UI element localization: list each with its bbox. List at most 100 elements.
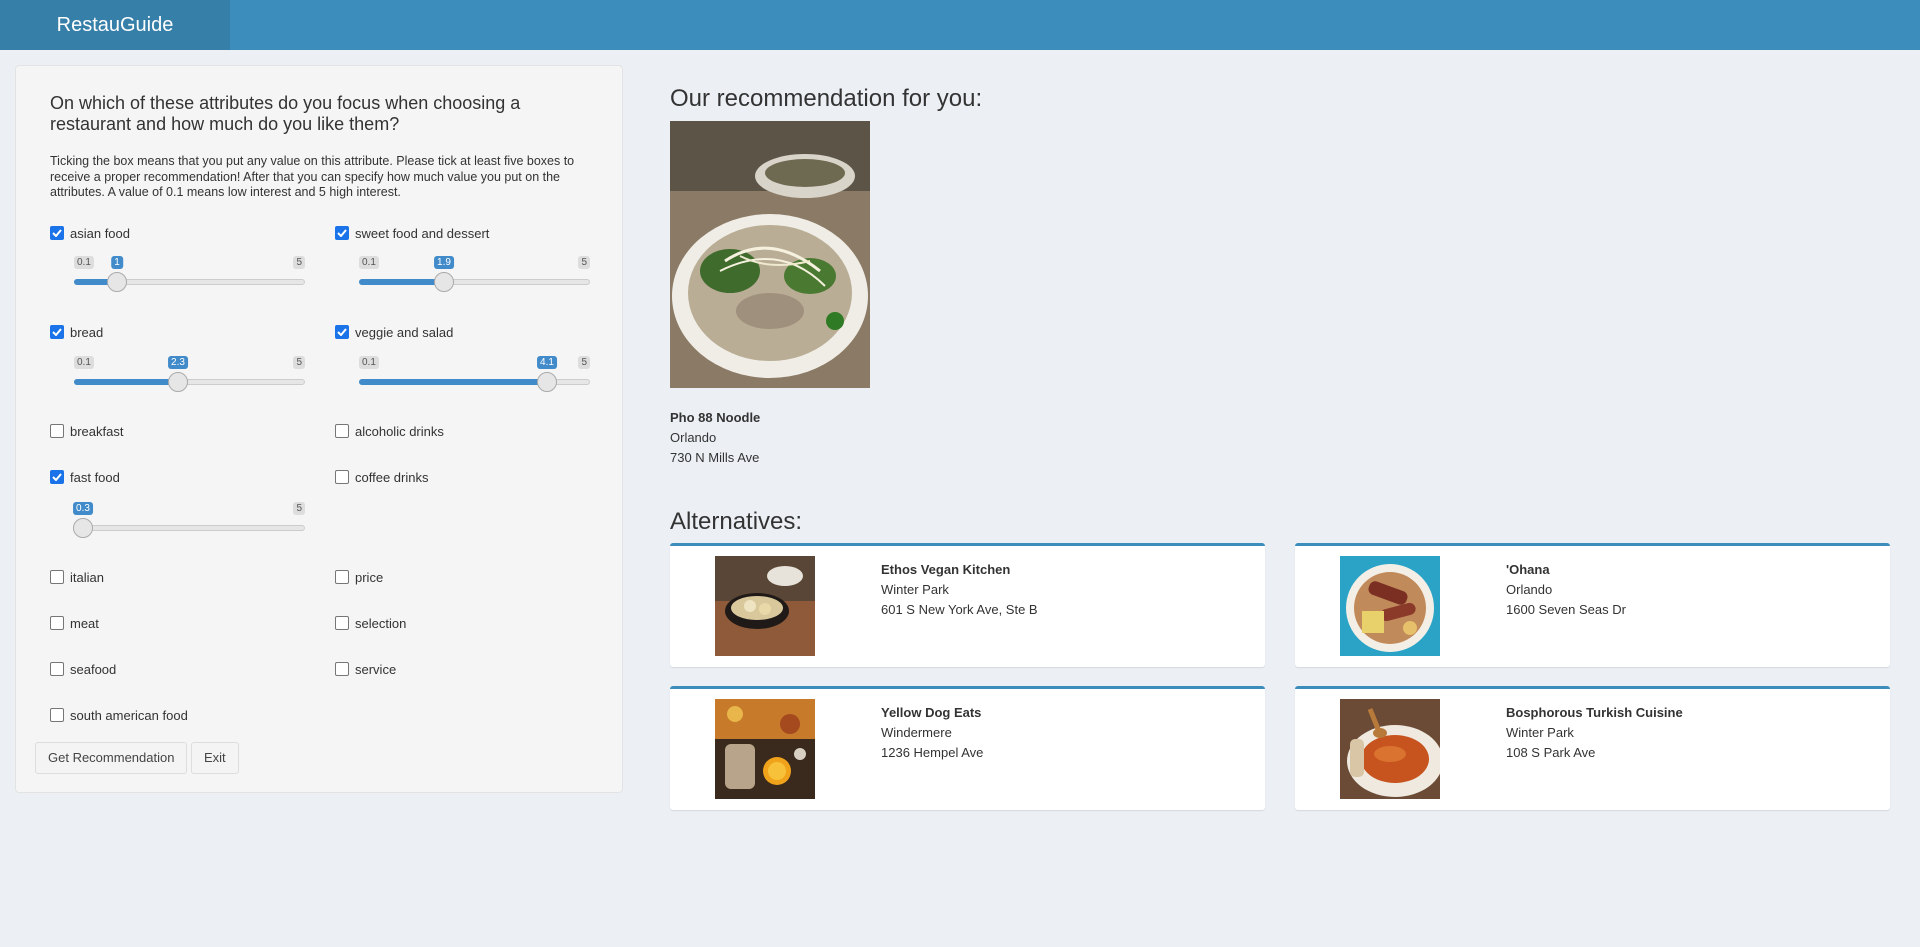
slider-max-label: 5	[293, 502, 305, 515]
alternative-photo	[715, 699, 815, 799]
checkbox-unchecked-icon[interactable]	[50, 708, 64, 722]
slider-fill	[74, 379, 178, 385]
alternative-photo	[1340, 556, 1440, 656]
alternative-address: 601 S New York Ave, Ste B	[881, 602, 1038, 617]
slider-sweet-food[interactable]: 0.1 5 1.9	[359, 256, 590, 296]
attributes-panel: On which of these attributes do you focu…	[15, 65, 623, 793]
slider-bread[interactable]: 0.1 5 2.3	[74, 356, 305, 396]
checkbox-unchecked-icon[interactable]	[335, 424, 349, 438]
checkbox-fast-food[interactable]: fast food	[50, 467, 120, 487]
exit-button[interactable]: Exit	[191, 742, 239, 774]
checkbox-south-american-food[interactable]: south american food	[50, 705, 188, 725]
alternative-address: 1236 Hempel Ave	[881, 745, 984, 760]
slider-handle[interactable]	[434, 272, 454, 292]
attribute-label: veggie and salad	[355, 324, 454, 340]
attribute-label: coffee drinks	[355, 469, 429, 485]
checkbox-italian[interactable]: italian	[50, 567, 104, 587]
checkbox-breakfast[interactable]: breakfast	[50, 421, 123, 441]
alternative-photo	[1340, 699, 1440, 799]
alternative-name: 'Ohana	[1506, 562, 1550, 577]
checkbox-unchecked-icon[interactable]	[335, 616, 349, 630]
header-bar: RestauGuide	[0, 0, 1920, 50]
checkbox-checked-icon[interactable]	[335, 226, 349, 240]
slider-max-label: 5	[293, 356, 305, 369]
question-heading: On which of these attributes do you focu…	[50, 93, 521, 134]
slider-handle[interactable]	[168, 372, 188, 392]
attribute-label: seafood	[70, 661, 117, 677]
recommendation-city: Orlando	[670, 430, 717, 445]
slider-value-label: 1.9	[434, 256, 454, 269]
checkbox-sweet-food[interactable]: sweet food and dessert	[335, 223, 489, 243]
checkbox-selection[interactable]: selection	[335, 613, 406, 633]
checkbox-service[interactable]: service	[335, 659, 396, 679]
checkbox-unchecked-icon[interactable]	[335, 662, 349, 676]
slider-handle[interactable]	[537, 372, 557, 392]
checkbox-alcoholic-drinks[interactable]: alcoholic drinks	[335, 421, 444, 441]
attribute-label: fast food	[70, 469, 120, 485]
alternative-name: Ethos Vegan Kitchen	[881, 562, 1011, 577]
checkbox-bread[interactable]: bread	[50, 322, 103, 342]
alternative-address: 1600 Seven Seas Dr	[1506, 602, 1626, 617]
attribute-label: alcoholic drinks	[355, 423, 444, 439]
slider-min-label: 0.1	[74, 256, 94, 269]
recommendation-heading: Our recommendation for you:	[670, 85, 983, 112]
slider-min-label: 0.1	[74, 356, 94, 369]
checkbox-checked-icon[interactable]	[335, 325, 349, 339]
checkbox-unchecked-icon[interactable]	[50, 424, 64, 438]
attribute-label: italian	[70, 569, 104, 585]
checkbox-seafood[interactable]: seafood	[50, 659, 116, 679]
alternative-card[interactable]: 'Ohana Orlando 1600 Seven Seas Dr	[1295, 543, 1890, 667]
recommendation-address: 730 N Mills Ave	[670, 450, 760, 465]
slider-fill	[359, 379, 547, 385]
app-logo[interactable]: RestauGuide	[0, 0, 230, 50]
slider-handle[interactable]	[73, 518, 93, 538]
attribute-label: sweet food and dessert	[355, 225, 490, 241]
attribute-label: asian food	[70, 225, 130, 241]
attribute-label: bread	[70, 324, 104, 340]
alternative-city: Windermere	[881, 725, 952, 740]
slider-value-label: 0.3	[73, 502, 93, 515]
attribute-label: south american food	[70, 707, 188, 723]
slider-max-label: 5	[293, 256, 305, 269]
checkbox-unchecked-icon[interactable]	[335, 570, 349, 584]
attribute-label: price	[355, 569, 384, 585]
attribute-label: breakfast	[70, 423, 124, 439]
alternatives-heading: Alternatives:	[670, 508, 803, 535]
attribute-label: selection	[355, 615, 407, 631]
checkbox-price[interactable]: price	[335, 567, 383, 587]
checkbox-veggie-salad[interactable]: veggie and salad	[335, 322, 453, 342]
checkbox-unchecked-icon[interactable]	[50, 570, 64, 584]
attribute-label: meat	[70, 615, 99, 631]
checkbox-unchecked-icon[interactable]	[50, 616, 64, 630]
attribute-label: service	[355, 661, 397, 677]
checkbox-meat[interactable]: meat	[50, 613, 99, 633]
instructions-text: Ticking the box means that you put any v…	[50, 154, 575, 199]
checkbox-coffee-drinks[interactable]: coffee drinks	[335, 467, 428, 487]
checkbox-asian-food[interactable]: asian food	[50, 223, 130, 243]
alternative-card[interactable]: Yellow Dog Eats Windermere 1236 Hempel A…	[670, 686, 1265, 810]
alternative-city: Winter Park	[1506, 725, 1574, 740]
alternative-card[interactable]: Ethos Vegan Kitchen Winter Park 601 S Ne…	[670, 543, 1265, 667]
slider-min-label: 0.1	[359, 356, 379, 369]
slider-track[interactable]	[74, 525, 305, 531]
slider-asian-food[interactable]: 0.1 5 1	[74, 256, 305, 296]
slider-max-label: 5	[578, 256, 590, 269]
slider-fill	[359, 279, 444, 285]
checkbox-checked-icon[interactable]	[50, 470, 64, 484]
checkbox-checked-icon[interactable]	[50, 226, 64, 240]
slider-value-label: 4.1	[537, 356, 557, 369]
slider-veggie-salad[interactable]: 0.1 5 4.1	[359, 356, 590, 396]
slider-fast-food[interactable]: 5 0.3	[73, 502, 305, 542]
alternative-name: Yellow Dog Eats	[881, 705, 982, 720]
checkbox-unchecked-icon[interactable]	[335, 470, 349, 484]
alternative-address: 108 S Park Ave	[1506, 745, 1596, 760]
slider-max-label: 5	[578, 356, 590, 369]
recommendation-name: Pho 88 Noodle	[670, 410, 761, 425]
alternative-card[interactable]: Bosphorous Turkish Cuisine Winter Park 1…	[1295, 686, 1890, 810]
checkbox-unchecked-icon[interactable]	[50, 662, 64, 676]
get-recommendation-button[interactable]: Get Recommendation	[35, 742, 188, 774]
alternative-city: Orlando	[1506, 582, 1553, 597]
slider-handle[interactable]	[107, 272, 127, 292]
alternative-name: Bosphorous Turkish Cuisine	[1506, 705, 1683, 720]
checkbox-checked-icon[interactable]	[50, 325, 64, 339]
